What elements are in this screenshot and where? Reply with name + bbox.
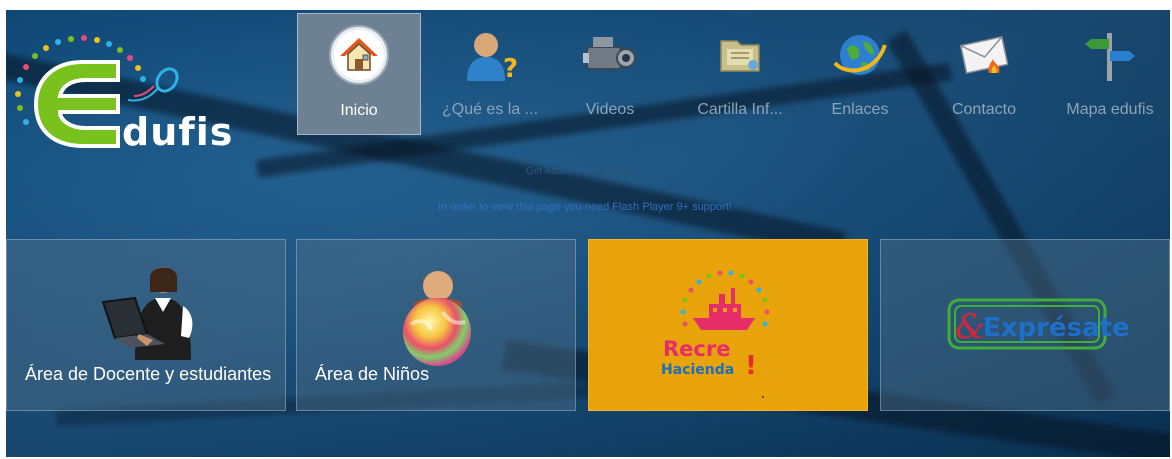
logo-word: dufis: [122, 110, 234, 154]
video-camera-icon: [579, 23, 641, 85]
envelope-icon: [953, 23, 1015, 85]
edufis-logo[interactable]: dufis: [8, 22, 258, 162]
nav-item-inicio[interactable]: Inicio: [297, 13, 421, 135]
tile-recre-hacienda[interactable]: Recre Hacienda !: [588, 239, 868, 411]
folder-icon: [709, 23, 771, 85]
nav-item-label: Cartilla Inf...: [697, 101, 783, 118]
svg-text:?: ?: [503, 54, 518, 84]
tile-docente-estudiantes[interactable]: Área de Docente y estudiantes: [6, 239, 286, 411]
tile-label: Área de Niños: [315, 364, 430, 384]
nav-item-label: ¿Qué es la ...: [441, 101, 539, 118]
flash-player-link[interactable]: Get Adobe Flash player: [526, 166, 631, 177]
hacienda-text: Hacienda: [661, 362, 734, 378]
svg-text:&: &: [955, 307, 985, 347]
page-background: dufis Inicio ? ¿Qué es la ... Videos Car…: [6, 10, 1170, 457]
tile-ninos[interactable]: Área de Niños: [296, 239, 576, 411]
user-question-icon: ?: [459, 23, 521, 85]
tile-label: Área de Docente y estudiantes: [25, 364, 272, 384]
flash-support-message: In order to view this page you need Flas…: [438, 201, 732, 213]
expresate-logo: & Exprésate: [947, 298, 1130, 350]
globe-link-icon: [829, 23, 891, 85]
recre-hacienda-logo: Recre Hacienda !: [661, 270, 770, 398]
nav-item-videos[interactable]: Videos: [548, 13, 672, 135]
child-with-ball-image: [403, 271, 471, 366]
signpost-icon: [1079, 23, 1141, 85]
teacher-with-laptop-image: [101, 267, 193, 360]
nav-item-cartilla[interactable]: Cartilla Inf...: [678, 13, 802, 135]
nav-item-que-es[interactable]: ? ¿Qué es la ...: [428, 13, 552, 135]
expresate-text: Exprésate: [983, 313, 1130, 343]
nav-item-enlaces[interactable]: Enlaces: [798, 13, 922, 135]
exclamation-mark: !: [745, 351, 757, 381]
nav-item-label: Contacto: [951, 101, 1017, 118]
nav-item-label: Mapa edufis: [1066, 101, 1154, 118]
house-icon: [328, 24, 390, 86]
tile-expresate[interactable]: & Exprésate: [880, 239, 1170, 411]
recre-text: Recre: [663, 337, 730, 361]
nav-item-contacto[interactable]: Contacto: [922, 13, 1046, 135]
nav-item-mapa[interactable]: Mapa edufis: [1048, 13, 1170, 135]
nav-item-label: Videos: [585, 101, 635, 118]
nav-item-label: Inicio: [340, 102, 378, 119]
nav-item-label: Enlaces: [831, 101, 889, 118]
